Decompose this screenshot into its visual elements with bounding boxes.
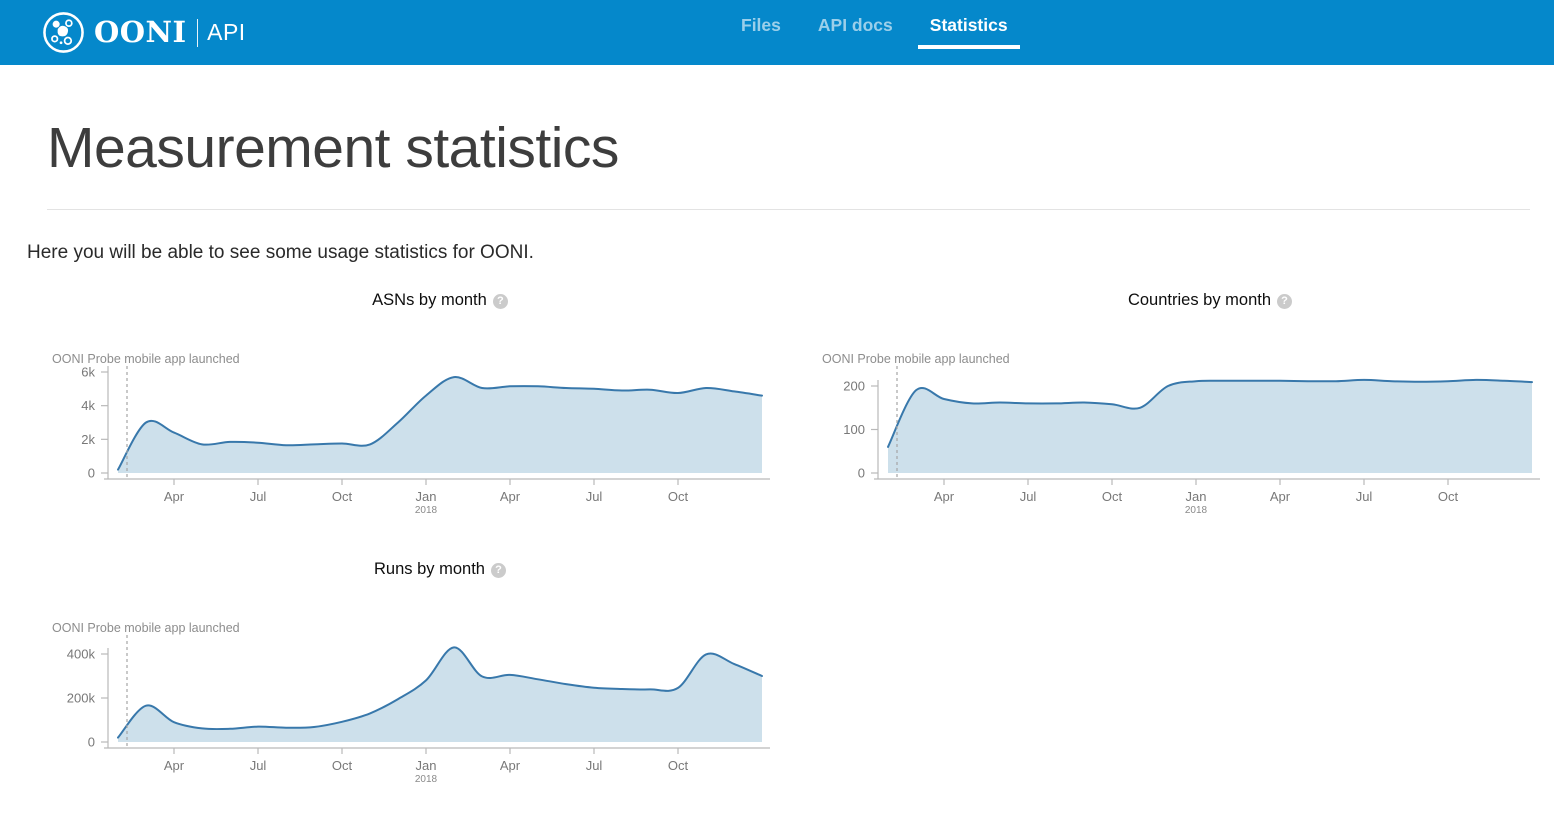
svg-text:Apr: Apr (1270, 489, 1291, 504)
chart-block-runs: Runs by month? 0 200k 400k Apr Jul Oct Jan2018… (40, 559, 810, 791)
brand-name: OONI (94, 18, 187, 47)
svg-text:4k: 4k (81, 398, 95, 413)
svg-text:OONI Probe mobile app launched: OONI Probe mobile app launched (52, 621, 240, 635)
svg-text:Apr: Apr (934, 489, 955, 504)
svg-text:Oct: Oct (1102, 489, 1123, 504)
svg-text:200: 200 (843, 379, 865, 394)
app-header: OONI API Files API docs Statistics (0, 0, 1554, 65)
main-nav: Files API docs Statistics (729, 14, 1020, 49)
help-icon[interactable]: ? (1277, 294, 1292, 309)
svg-text:OONI Probe mobile app launched: OONI Probe mobile app launched (822, 352, 1010, 366)
ooni-logo-icon (42, 11, 85, 54)
help-icon[interactable]: ? (493, 294, 508, 309)
svg-text:Jul: Jul (586, 489, 603, 504)
chart-title-text: Countries by month (1128, 291, 1271, 309)
svg-text:Jul: Jul (250, 758, 267, 773)
svg-text:Jan: Jan (416, 489, 437, 504)
chart-title-text: Runs by month (374, 560, 485, 578)
countries-by-month-chart[interactable]: 0 100 200 Apr Jul Oct Jan2018 Apr Jul Oct OONI Pro… (810, 352, 1554, 522)
charts-grid: ASNs by month? 02k4k6kAprJulOctJan2018Ap… (0, 290, 1554, 791)
svg-text:0: 0 (88, 735, 95, 750)
svg-text:100: 100 (843, 422, 865, 437)
svg-text:400k: 400k (67, 647, 96, 662)
chart-block-countries: Countries by month? 0 100 200 Apr Jul Oct Jan2… (810, 290, 1554, 522)
title-divider (47, 209, 1530, 210)
chart-title-runs: Runs by month? (40, 559, 785, 580)
svg-text:Jul: Jul (586, 758, 603, 773)
chart-title-text: ASNs by month (372, 291, 487, 309)
brand-divider (197, 19, 199, 47)
svg-text:Jul: Jul (250, 489, 267, 504)
svg-text:Oct: Oct (332, 758, 353, 773)
intro-text: Here you will be able to see some usage … (27, 242, 1554, 264)
svg-text:Apr: Apr (164, 489, 185, 504)
svg-text:Apr: Apr (500, 489, 521, 504)
svg-text:Jul: Jul (1020, 489, 1037, 504)
runs-by-month-chart[interactable]: 0 200k 400k Apr Jul Oct Jan2018 Apr Jul Oct OONI P… (40, 621, 785, 791)
svg-text:Oct: Oct (668, 758, 689, 773)
svg-text:Apr: Apr (500, 758, 521, 773)
brand-logo-link[interactable]: OONI API (42, 11, 246, 54)
asns-by-month-chart[interactable]: 0 2k 4k 6k Apr Jul Oct Jan2018 Apr Jul Oct OONI Pro… (40, 352, 785, 522)
svg-text:2018: 2018 (415, 774, 438, 785)
svg-text:2018: 2018 (415, 505, 438, 516)
chart-block-asns: ASNs by month? 0 2k 4k 6k Apr Jul Oct Jan2018 Ap… (40, 290, 810, 522)
svg-text:Oct: Oct (668, 489, 689, 504)
brand-product: API (207, 21, 246, 44)
nav-item-files[interactable]: Files (729, 14, 793, 49)
svg-text:0: 0 (88, 466, 95, 481)
svg-text:200k: 200k (67, 691, 96, 706)
page-title: Measurement statistics (47, 109, 1554, 187)
svg-text:Jan: Jan (1186, 489, 1207, 504)
svg-text:2018: 2018 (1185, 505, 1208, 516)
svg-text:Jul: Jul (1356, 489, 1373, 504)
chart-title-countries: Countries by month? (810, 290, 1554, 311)
help-icon[interactable]: ? (491, 563, 506, 578)
svg-text:Apr: Apr (164, 758, 185, 773)
svg-text:Jan: Jan (416, 758, 437, 773)
svg-text:OONI Probe mobile app launched: OONI Probe mobile app launched (52, 352, 240, 366)
svg-text:Oct: Oct (1438, 489, 1459, 504)
chart-title-asns: ASNs by month? (40, 290, 785, 311)
svg-text:6k: 6k (81, 365, 95, 380)
main-content: Measurement statistics Here you will be … (0, 109, 1554, 791)
svg-text:0: 0 (858, 466, 865, 481)
svg-text:2k: 2k (81, 432, 95, 447)
nav-item-api-docs[interactable]: API docs (806, 14, 905, 49)
nav-item-statistics[interactable]: Statistics (918, 14, 1020, 49)
svg-text:Oct: Oct (332, 489, 353, 504)
